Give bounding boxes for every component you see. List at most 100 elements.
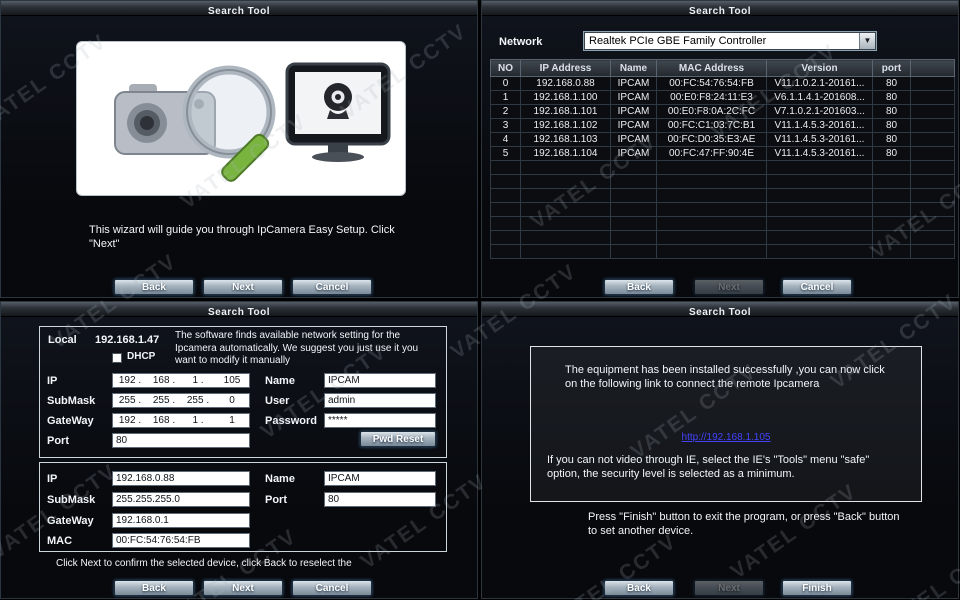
cell-ip: 192.168.1.101 bbox=[520, 104, 611, 119]
pwd-reset-button[interactable]: Pwd Reset bbox=[360, 431, 436, 447]
user-input[interactable] bbox=[324, 393, 436, 408]
port-label: Port bbox=[47, 435, 69, 447]
ip-octet: 255 bbox=[147, 395, 181, 406]
name-input[interactable] bbox=[324, 373, 436, 388]
table-row[interactable]: 3 192.168.1.102 IPCAM 00:FC:C1:03:7C:B1 … bbox=[490, 118, 955, 133]
camera-illustration bbox=[114, 62, 391, 182]
cell-version: V11.1.4.5.3-20161... bbox=[766, 118, 873, 133]
device-port-input[interactable] bbox=[324, 492, 436, 507]
cell-mac: 00:FC:C1:03:7C:B1 bbox=[656, 118, 767, 133]
finish-titlebar: Search Tool bbox=[482, 302, 958, 318]
device-mac-input[interactable] bbox=[112, 533, 250, 548]
search-title: Search Tool bbox=[689, 6, 751, 17]
screen: Search Tool This wizard will guide you t… bbox=[0, 0, 960, 600]
cell-ip: 192.168.1.104 bbox=[520, 146, 611, 161]
dhcp-checkbox[interactable] bbox=[112, 353, 122, 363]
cell-no: 1 bbox=[490, 90, 521, 105]
back-button[interactable]: Back bbox=[114, 580, 194, 596]
chevron-down-icon[interactable]: ▼ bbox=[859, 33, 875, 49]
table-row[interactable]: 0 192.168.0.88 IPCAM 00:FC:54:76:54:FB V… bbox=[490, 76, 955, 91]
gateway-label: GateWay bbox=[47, 415, 94, 427]
cell-no: 4 bbox=[490, 132, 521, 147]
table-row-empty bbox=[490, 216, 955, 231]
table-row[interactable]: 4 192.168.1.103 IPCAM 00:FC:D0:35:E3:AE … bbox=[490, 132, 955, 147]
ip-octet: 1 bbox=[181, 375, 215, 386]
search-panel: Search Tool Network Realtek PCIe GBE Fam… bbox=[481, 0, 959, 298]
next-button[interactable]: Next bbox=[694, 580, 764, 596]
ip-octet: 192 bbox=[113, 375, 147, 386]
name-label: Name bbox=[265, 375, 295, 387]
cell-empty bbox=[910, 118, 955, 133]
column-header[interactable]: MAC Address bbox=[656, 59, 767, 77]
column-header[interactable]: port bbox=[872, 59, 911, 77]
column-header[interactable]: NO bbox=[490, 59, 521, 77]
cell-ip: 192.168.0.88 bbox=[520, 76, 611, 91]
back-button[interactable]: Back bbox=[114, 279, 194, 295]
finish-button[interactable]: Finish bbox=[782, 580, 852, 596]
submask-input[interactable]: 255 255 255 0 bbox=[112, 393, 250, 408]
cancel-button[interactable]: Cancel bbox=[782, 279, 852, 295]
table-row[interactable]: 2 192.168.1.101 IPCAM 00:E0:F8:0A:2C:FC … bbox=[490, 104, 955, 119]
cell-ip: 192.168.1.103 bbox=[520, 132, 611, 147]
network-dropdown[interactable]: Realtek PCIe GBE Family Controller ▼ bbox=[584, 32, 876, 50]
next-button[interactable]: Next bbox=[203, 580, 283, 596]
column-header[interactable]: IP Address bbox=[520, 59, 611, 77]
column-header-empty bbox=[910, 59, 955, 77]
ip-octet: 168 bbox=[147, 375, 181, 386]
cell-no: 5 bbox=[490, 146, 521, 161]
ip-octet: 255 bbox=[181, 395, 215, 406]
ip-octet: 255 bbox=[113, 395, 147, 406]
port-input[interactable] bbox=[112, 433, 250, 448]
user-label: User bbox=[265, 395, 290, 407]
cell-mac: 00:E0:F8:0A:2C:FC bbox=[656, 104, 767, 119]
gateway-input[interactable]: 192 168 1 1 bbox=[112, 413, 250, 428]
cell-name: IPCAM bbox=[610, 118, 657, 133]
table-row-empty bbox=[490, 230, 955, 245]
finish-panel: Search Tool The equipment has been insta… bbox=[481, 301, 959, 599]
device-ip-input[interactable] bbox=[112, 471, 250, 486]
local-label: Local bbox=[48, 334, 77, 346]
password-input[interactable] bbox=[324, 413, 436, 428]
network-dropdown-value: Realtek PCIe GBE Family Controller bbox=[589, 35, 767, 47]
table-row-empty bbox=[490, 160, 955, 175]
camera-link-wrap: http://192.168.1.105 bbox=[531, 427, 921, 445]
ip-octet: 0 bbox=[229, 395, 235, 406]
local-ip-value: 192.168.1.47 bbox=[95, 334, 160, 346]
cell-empty bbox=[910, 76, 955, 91]
cell-name: IPCAM bbox=[610, 76, 657, 91]
device-port-label: Port bbox=[265, 494, 287, 506]
camera-link[interactable]: http://192.168.1.105 bbox=[682, 432, 771, 443]
finish-note: Press "Finish" button to exit the progra… bbox=[588, 511, 900, 538]
next-button[interactable]: Next bbox=[203, 279, 283, 295]
cell-port: 80 bbox=[872, 146, 911, 161]
wizard-image-box bbox=[76, 41, 406, 196]
cell-version: V11.1.4.5.3-20161... bbox=[766, 146, 873, 161]
cell-name: IPCAM bbox=[610, 90, 657, 105]
cancel-button[interactable]: Cancel bbox=[292, 580, 372, 596]
cell-empty bbox=[910, 104, 955, 119]
next-button[interactable]: Next bbox=[694, 279, 764, 295]
column-header[interactable]: Version bbox=[766, 59, 873, 77]
search-titlebar: Search Tool bbox=[482, 1, 958, 17]
table-row[interactable]: 1 192.168.1.100 IPCAM 00:E0:F8:24:11:E3 … bbox=[490, 90, 955, 105]
cell-mac: 00:E0:F8:24:11:E3 bbox=[656, 90, 767, 105]
device-submask-input[interactable] bbox=[112, 492, 250, 507]
device-name-label: Name bbox=[265, 473, 295, 485]
cell-version: V11.1.0.2.1-20161... bbox=[766, 76, 873, 91]
ip-octet: 168 bbox=[147, 415, 181, 426]
cell-version: V6.1.1.4.1-201608... bbox=[766, 90, 873, 105]
cancel-button[interactable]: Cancel bbox=[292, 279, 372, 295]
back-button[interactable]: Back bbox=[604, 279, 674, 295]
ip-input[interactable]: 192 168 1 105 bbox=[112, 373, 250, 388]
finish-infobox: The equipment has been installed success… bbox=[530, 346, 922, 502]
wizard-titlebar: Search Tool bbox=[1, 1, 477, 17]
device-name-input[interactable] bbox=[324, 471, 436, 486]
back-button[interactable]: Back bbox=[604, 580, 674, 596]
table-row-empty bbox=[490, 174, 955, 189]
device-gateway-input[interactable] bbox=[112, 513, 250, 528]
ip-label: IP bbox=[47, 375, 58, 387]
cell-no: 3 bbox=[490, 118, 521, 133]
table-row[interactable]: 5 192.168.1.104 IPCAM 00:FC:47:FF:90:4E … bbox=[490, 146, 955, 161]
table-header-row: NO IP Address Name MAC Address Version p… bbox=[490, 59, 955, 77]
column-header[interactable]: Name bbox=[610, 59, 657, 77]
